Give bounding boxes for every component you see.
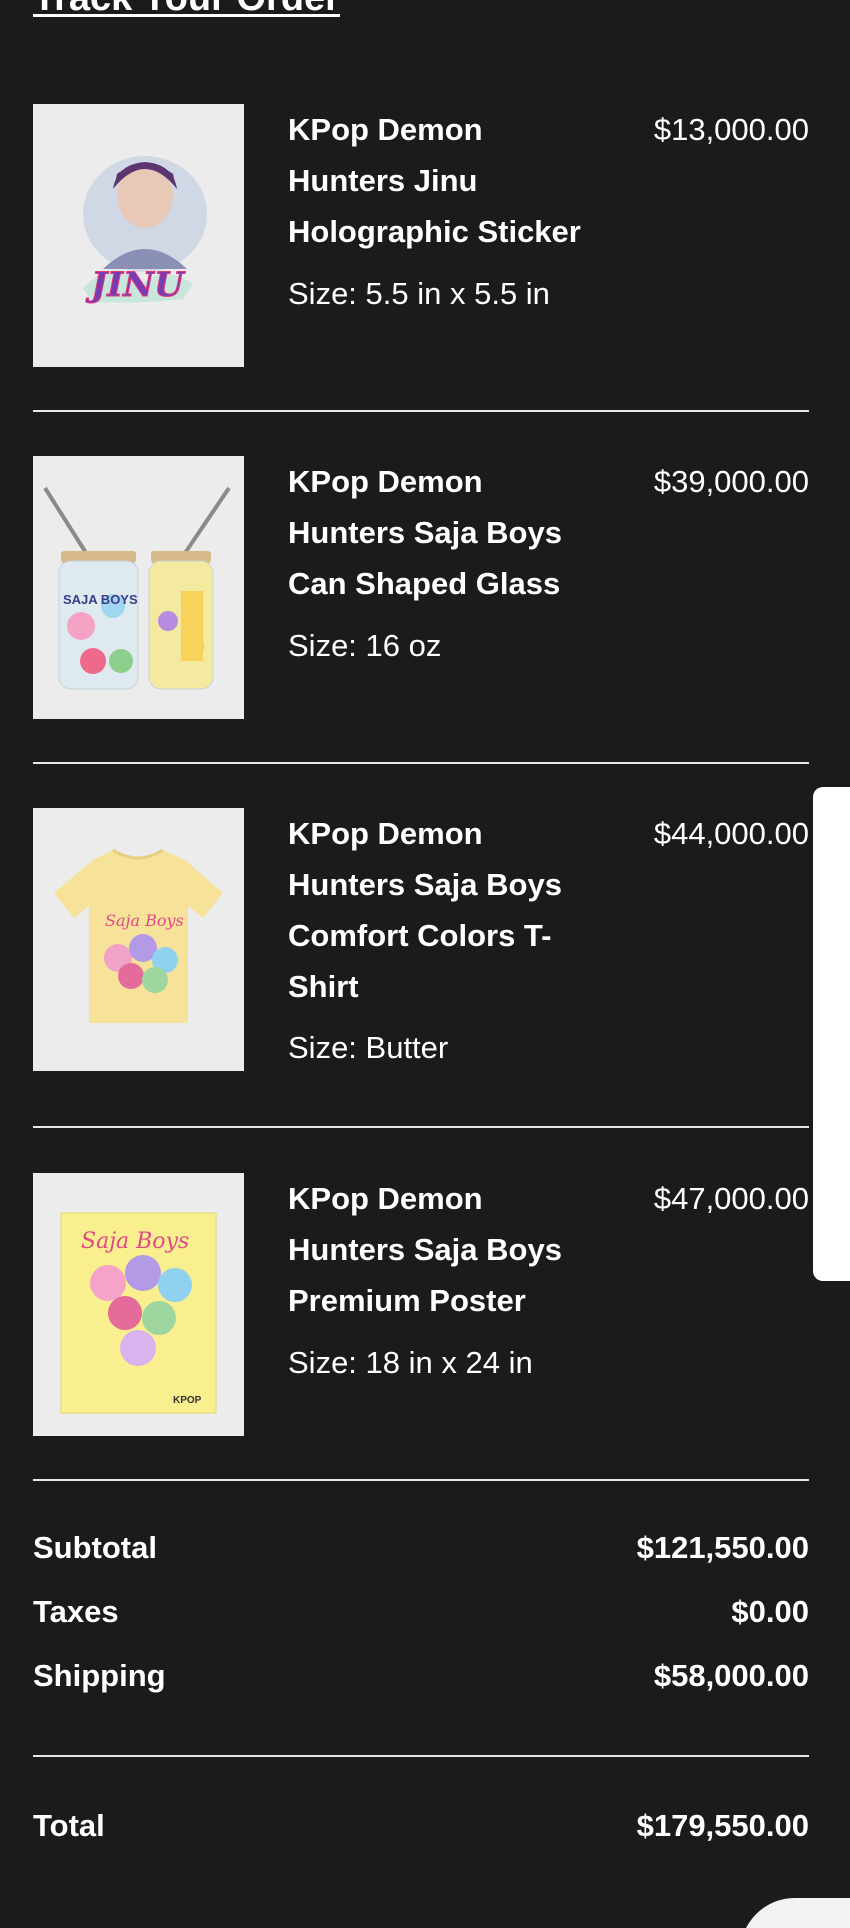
subtotal-row: Subtotal $121,550.00: [33, 1530, 809, 1574]
item-variant: Size: 16 oz: [288, 628, 442, 663]
poster-label: Saja Boys: [81, 1229, 189, 1254]
item-price: $47,000.00: [653, 1181, 809, 1216]
tshirt-image: Saja Boys: [33, 808, 244, 1071]
glass-image: SAJA BOYS: [33, 456, 244, 719]
item-price: $39,000.00: [653, 464, 809, 499]
item-variant: Size: 18 in x 24 in: [288, 1345, 533, 1380]
shipping-label: Shipping: [33, 1658, 166, 1693]
divider: [33, 410, 809, 412]
divider: [33, 1755, 809, 1757]
divider: [33, 762, 809, 764]
sticker-image: JINU: [33, 104, 244, 367]
poster-image: Saja Boys KPOP: [33, 1173, 244, 1436]
item-name[interactable]: KPop Demon Hunters Saja Boys Can Shaped …: [288, 456, 608, 609]
order-item: Saja Boys KPOP KPop Demon Hunters Saja B…: [33, 1173, 809, 1436]
total-value: $179,550.00: [636, 1808, 809, 1843]
track-order-link[interactable]: Track Your Order: [33, 0, 340, 18]
sticker-label: JINU: [85, 265, 186, 305]
shipping-value: $58,000.00: [653, 1658, 809, 1693]
total-row: Total $179,550.00: [33, 1808, 809, 1852]
floating-button[interactable]: [740, 1898, 850, 1928]
taxes-value: $0.00: [731, 1594, 809, 1629]
order-item: Saja Boys KPop Demon Hunters Saja Boys C…: [33, 808, 809, 1071]
item-variant: Size: Butter: [288, 1030, 449, 1065]
tshirt-label: Saja Boys: [105, 911, 184, 930]
glass-label: SAJA BOYS: [63, 592, 138, 607]
divider: [33, 1479, 809, 1481]
order-item: SAJA BOYS KPop Demon Hunters Saja Boys C…: [33, 456, 809, 719]
taxes-row: Taxes $0.00: [33, 1594, 809, 1638]
item-name[interactable]: KPop Demon Hunters Saja Boys Comfort Col…: [288, 808, 608, 1012]
divider: [33, 1126, 809, 1128]
order-item: JINU KPop Demon Hunters Jinu Holographic…: [33, 104, 809, 367]
item-price: $44,000.00: [653, 816, 809, 851]
item-name[interactable]: KPop Demon Hunters Jinu Holographic Stic…: [288, 104, 608, 257]
order-page: Track Your Order JINU KPop Demon Hunters…: [0, 0, 850, 1928]
taxes-label: Taxes: [33, 1594, 119, 1629]
poster-label-2: KPOP: [173, 1395, 202, 1406]
subtotal-label: Subtotal: [33, 1530, 157, 1565]
subtotal-value: $121,550.00: [636, 1530, 809, 1565]
item-name[interactable]: KPop Demon Hunters Saja Boys Premium Pos…: [288, 1173, 608, 1326]
item-price: $13,000.00: [653, 112, 809, 147]
item-variant: Size: 5.5 in x 5.5 in: [288, 276, 550, 311]
shipping-row: Shipping $58,000.00: [33, 1658, 809, 1702]
total-label: Total: [33, 1808, 105, 1843]
side-drawer-tab[interactable]: [813, 787, 850, 1281]
